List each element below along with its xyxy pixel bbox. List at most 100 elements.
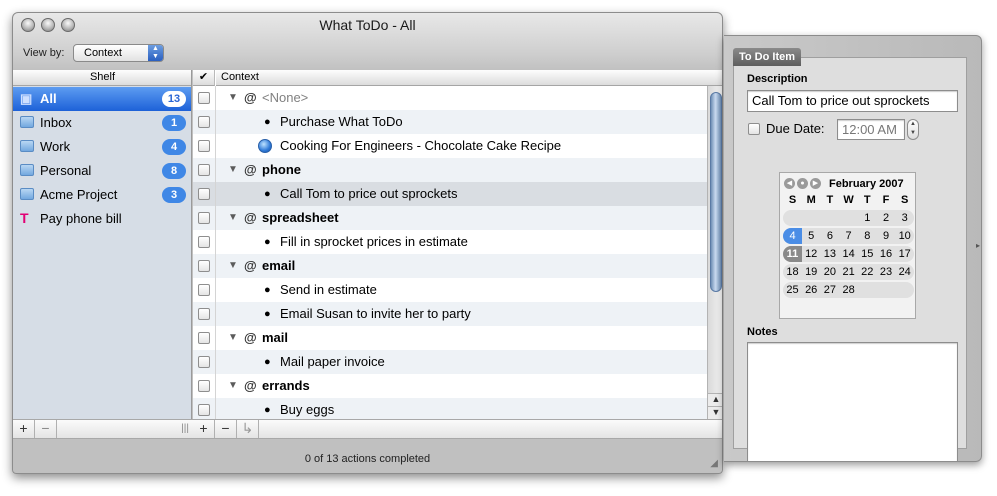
calendar-day[interactable]: 1: [858, 210, 877, 226]
disclosure-triangle-icon[interactable]: ▼: [228, 158, 238, 182]
calendar-day[interactable]: 3: [895, 210, 914, 226]
time-stepper[interactable]: ▲ ▼: [907, 119, 919, 140]
context-row[interactable]: ▼ @ phone: [193, 158, 707, 182]
complete-checkbox[interactable]: [198, 92, 210, 104]
context-row[interactable]: ▼ @ <None>: [193, 86, 707, 110]
complete-checkbox[interactable]: [198, 140, 210, 152]
calendar-day[interactable]: 21: [839, 264, 858, 280]
context-row[interactable]: ▼ @ spreadsheet: [193, 206, 707, 230]
shelf-item[interactable]: ▣ All 13: [13, 87, 191, 111]
disclosure-triangle-icon[interactable]: ▼: [228, 374, 238, 398]
calendar-day[interactable]: 5: [802, 228, 821, 244]
calendar-day[interactable]: 25: [783, 282, 802, 298]
calendar-day[interactable]: 4: [783, 228, 802, 244]
disclosure-triangle-icon[interactable]: ▼: [228, 206, 238, 230]
context-row[interactable]: ▼ @ email: [193, 254, 707, 278]
calendar-day[interactable]: 13: [820, 246, 839, 262]
calendar-day[interactable]: 28: [839, 282, 858, 298]
calendar-day[interactable]: 2: [877, 210, 896, 226]
complete-checkbox[interactable]: [198, 380, 210, 392]
action-row[interactable]: ● Call Tom to price out sprockets: [193, 182, 707, 206]
check-column-header[interactable]: ✔: [193, 70, 215, 86]
calendar-day[interactable]: 18: [783, 264, 802, 280]
notes-field[interactable]: [747, 342, 958, 462]
complete-checkbox[interactable]: [198, 260, 210, 272]
globe-link-icon[interactable]: [258, 139, 272, 153]
context-row[interactable]: ▼ @ mail: [193, 326, 707, 350]
remove-shelf-button[interactable]: −: [35, 420, 57, 438]
column-divider: [215, 398, 216, 419]
shelf-item[interactable]: Work 4: [13, 135, 191, 159]
disclosure-triangle-icon[interactable]: ▼: [228, 86, 238, 110]
complete-checkbox[interactable]: [198, 332, 210, 344]
drawer-handle-icon[interactable]: ▸: [976, 241, 980, 250]
prev-month-icon[interactable]: ◀: [784, 178, 795, 189]
complete-checkbox[interactable]: [198, 356, 210, 368]
calendar-day[interactable]: 8: [858, 228, 877, 244]
shelf-item[interactable]: Acme Project 3: [13, 183, 191, 207]
weekday-label: F: [882, 194, 890, 206]
calendar-day[interactable]: 16: [877, 246, 896, 262]
calendar-day[interactable]: 6: [820, 228, 839, 244]
folder-icon: [20, 188, 34, 201]
next-month-icon[interactable]: ▶: [810, 178, 821, 189]
calendar-day[interactable]: 7: [839, 228, 858, 244]
due-time-field[interactable]: 12:00 AM: [837, 119, 905, 140]
context-row[interactable]: ▼ @ errands: [193, 374, 707, 398]
action-row[interactable]: ● Mail paper invoice: [193, 350, 707, 374]
complete-checkbox[interactable]: [198, 404, 210, 416]
calendar-day[interactable]: 10: [895, 228, 914, 244]
view-by-popup[interactable]: Context ▲ ▼: [73, 44, 164, 62]
scroll-thumb[interactable]: [710, 92, 722, 292]
calendar-day[interactable]: 19: [802, 264, 821, 280]
vertical-scrollbar[interactable]: ▲ ▼: [707, 86, 722, 419]
shelf-item[interactable]: Personal 8: [13, 159, 191, 183]
complete-checkbox[interactable]: [198, 188, 210, 200]
calendar-day[interactable]: 15: [858, 246, 877, 262]
calendar-day[interactable]: 14: [839, 246, 858, 262]
calendar-day[interactable]: 17: [895, 246, 914, 262]
calendar-day[interactable]: 27: [820, 282, 839, 298]
remove-action-button[interactable]: −: [215, 420, 237, 438]
complete-checkbox[interactable]: [198, 308, 210, 320]
action-row[interactable]: ● Buy eggs: [193, 398, 707, 419]
column-divider: [215, 86, 216, 110]
complete-checkbox[interactable]: [198, 236, 210, 248]
complete-checkbox[interactable]: [198, 116, 210, 128]
action-row[interactable]: ● Email Susan to invite her to party: [193, 302, 707, 326]
action-label: Mail paper invoice: [280, 354, 385, 369]
add-shelf-button[interactable]: +: [13, 420, 35, 438]
calendar-day[interactable]: 12: [802, 246, 821, 262]
folder-icon: [20, 140, 34, 153]
window-resize-grip-icon[interactable]: ◢: [710, 458, 718, 469]
complete-checkbox[interactable]: [198, 284, 210, 296]
calendar-day[interactable]: 23: [877, 264, 896, 280]
today-icon[interactable]: ●: [797, 178, 808, 189]
shelf-header[interactable]: Shelf: [13, 70, 191, 86]
calendar-day[interactable]: 9: [877, 228, 896, 244]
calendar-day[interactable]: 11: [783, 246, 802, 262]
complete-checkbox[interactable]: [198, 212, 210, 224]
scroll-up-arrow[interactable]: ▲: [708, 393, 722, 406]
due-date-checkbox[interactable]: [748, 123, 760, 135]
add-action-button[interactable]: +: [193, 420, 215, 438]
status-text: 0 of 13 actions completed: [304, 453, 431, 465]
shelf-item[interactable]: Inbox 1: [13, 111, 191, 135]
action-row[interactable]: ● Purchase What ToDo: [193, 110, 707, 134]
calendar-day[interactable]: 22: [858, 264, 877, 280]
calendar-day[interactable]: 20: [820, 264, 839, 280]
shelf-item[interactable]: T Pay phone bill: [13, 207, 191, 231]
context-column-header[interactable]: Context: [216, 70, 707, 86]
resize-handle-icon[interactable]: |||: [181, 423, 189, 434]
calendar-day[interactable]: 26: [802, 282, 821, 298]
complete-checkbox[interactable]: [198, 164, 210, 176]
description-field[interactable]: Call Tom to price out sprockets: [747, 90, 958, 112]
action-row[interactable]: ● Send in estimate: [193, 278, 707, 302]
action-row[interactable]: ● Fill in sprocket prices in estimate: [193, 230, 707, 254]
indent-action-button[interactable]: ↳: [237, 420, 259, 438]
calendar-day[interactable]: 24: [895, 264, 914, 280]
action-row[interactable]: Cooking For Engineers - Chocolate Cake R…: [193, 134, 707, 158]
scroll-down-arrow[interactable]: ▼: [708, 406, 722, 419]
disclosure-triangle-icon[interactable]: ▼: [228, 326, 238, 350]
disclosure-triangle-icon[interactable]: ▼: [228, 254, 238, 278]
